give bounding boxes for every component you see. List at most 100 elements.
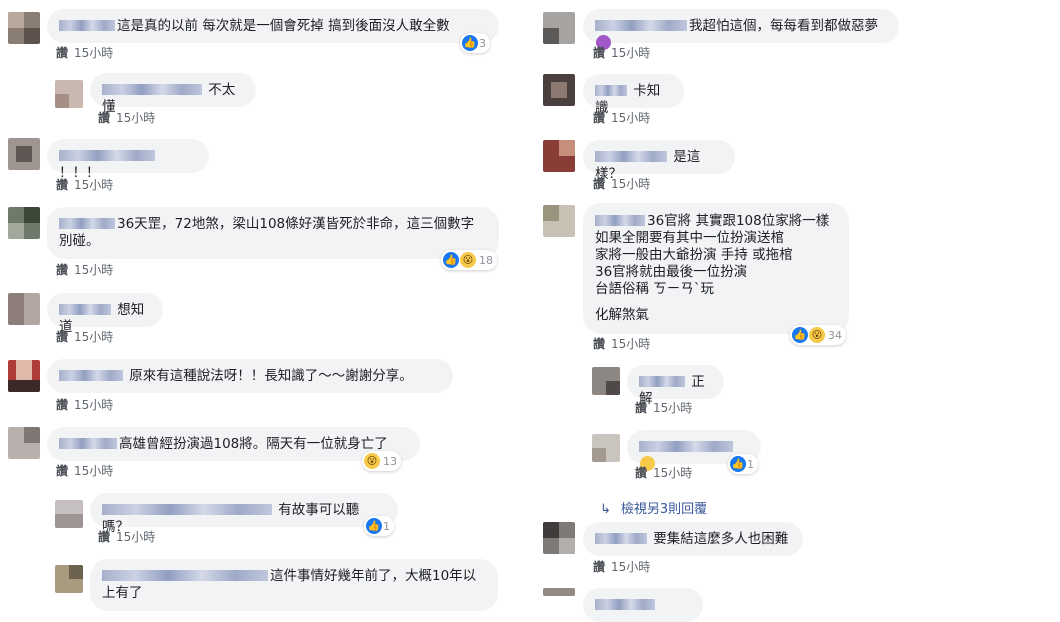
like-link[interactable]: 讚 <box>56 178 68 192</box>
avatar[interactable] <box>55 80 83 108</box>
avatar[interactable] <box>8 360 40 392</box>
avatar[interactable] <box>592 434 620 462</box>
like-link[interactable]: 讚 <box>593 111 605 125</box>
like-link[interactable]: 讚 <box>98 530 110 544</box>
like-link[interactable]: 讚 <box>593 560 605 574</box>
commenter-name[interactable] <box>639 376 685 387</box>
like-link[interactable]: 讚 <box>56 263 68 277</box>
avatar[interactable] <box>543 588 575 596</box>
commenter-name[interactable] <box>595 151 667 162</box>
like-link[interactable]: 讚 <box>56 46 68 60</box>
avatar[interactable] <box>8 138 40 170</box>
timestamp[interactable]: 15小時 <box>611 111 650 125</box>
comment-meta: 讚 15小時 <box>635 464 692 481</box>
avatar[interactable] <box>543 12 575 44</box>
avatar[interactable] <box>8 427 40 459</box>
reaction-count[interactable]: 👍 1 <box>364 516 394 536</box>
commenter-name[interactable] <box>595 20 687 31</box>
avatar[interactable] <box>55 565 83 593</box>
commenter-name[interactable] <box>595 599 655 610</box>
commenter-name[interactable] <box>59 150 155 161</box>
timestamp[interactable]: 15小時 <box>611 46 650 60</box>
avatar[interactable] <box>55 500 83 528</box>
avatar[interactable] <box>543 522 575 554</box>
commenter-name[interactable] <box>59 218 115 229</box>
comment-bubble: 有故事可以聽嗎？ <box>90 493 398 535</box>
wow-reaction-icon: 😮 <box>809 327 825 343</box>
comment-text-line: 台語俗稱 ㄎㄧㄢˋ玩 <box>595 281 715 297</box>
avatar[interactable] <box>543 140 575 172</box>
comment-text-line: 化解煞氣 <box>595 307 649 323</box>
commenter-name[interactable] <box>102 570 268 581</box>
comment-bubble: 36官將 其實跟108位家將一樣 如果全開要有其中一位扮演送棺 家將一般由大爺扮… <box>583 203 849 334</box>
timestamp[interactable]: 15小時 <box>653 466 692 480</box>
like-link[interactable]: 讚 <box>593 46 605 60</box>
reaction-count[interactable]: 👍 1 <box>728 454 758 474</box>
comment-meta: 讚 15小時 <box>56 176 113 193</box>
timestamp[interactable]: 15小時 <box>611 560 650 574</box>
comment-meta: 讚 15小時 <box>593 558 650 575</box>
commenter-name[interactable] <box>639 441 733 452</box>
like-reaction-icon: 👍 <box>792 327 808 343</box>
comment-bubble: 這件事情好幾年前了，大概10年以上有了 <box>90 559 498 611</box>
commenter-name[interactable] <box>595 533 647 544</box>
commenter-name[interactable] <box>595 85 627 96</box>
wow-reaction-icon: 😮 <box>364 453 380 469</box>
timestamp[interactable]: 15小時 <box>74 263 113 277</box>
timestamp[interactable]: 15小時 <box>653 401 692 415</box>
comment-text-line: 家將一般由大爺扮演 手持 或拖棺 <box>595 247 793 263</box>
commenter-name[interactable] <box>59 20 115 31</box>
timestamp[interactable]: 15小時 <box>74 46 113 60</box>
comment-bubble: ！！！ <box>47 139 209 181</box>
commenter-name[interactable] <box>102 504 272 515</box>
avatar[interactable] <box>8 293 40 325</box>
timestamp[interactable]: 15小時 <box>74 330 113 344</box>
avatar[interactable] <box>543 205 575 237</box>
like-link[interactable]: 讚 <box>98 111 110 125</box>
comment-bubble: 卡知識 <box>583 74 684 116</box>
comment-text: 這是真的以前 每次就是一個會死掉 搞到後面沒人敢全數 <box>117 18 450 34</box>
like-link[interactable]: 讚 <box>635 466 647 480</box>
wow-reaction-icon: 😮 <box>460 252 476 268</box>
commenter-name[interactable] <box>102 84 202 95</box>
timestamp[interactable]: 15小時 <box>74 464 113 478</box>
like-link[interactable]: 讚 <box>593 177 605 191</box>
view-more-replies-link[interactable]: ↳ 檢視另3則回覆 <box>600 498 707 517</box>
comment-meta: 讚 15小時 <box>56 261 113 278</box>
comment-text: 高雄曾經扮演過108將。隔天有一位就身亡了 <box>119 436 388 452</box>
comment-text-line: 如果全開要有其中一位扮演送棺 <box>595 230 784 246</box>
comment-meta: 讚 15小時 <box>98 109 155 126</box>
timestamp[interactable]: 15小時 <box>611 177 650 191</box>
timestamp[interactable]: 15小時 <box>116 111 155 125</box>
comment-meta: 讚 15小時 <box>593 44 650 61</box>
reaction-count[interactable]: 👍 3 <box>460 33 490 53</box>
comment-text: 36天罡，72地煞，梁山108條好漢皆死於非命，這三個數字別碰。 <box>59 216 475 249</box>
timestamp[interactable]: 15小時 <box>611 337 650 351</box>
avatar[interactable] <box>8 207 40 239</box>
avatar[interactable] <box>8 12 40 44</box>
timestamp[interactable]: 15小時 <box>74 398 113 412</box>
timestamp[interactable]: 15小時 <box>74 178 113 192</box>
comment-text-line: 36官將 其實跟108位家將一樣 <box>647 213 830 229</box>
like-link[interactable]: 讚 <box>56 330 68 344</box>
timestamp[interactable]: 15小時 <box>116 530 155 544</box>
reaction-count[interactable]: 😮 13 <box>362 451 401 471</box>
avatar[interactable] <box>543 74 575 106</box>
like-link[interactable]: 讚 <box>593 337 605 351</box>
comment-bubble <box>583 588 703 622</box>
comment-text: 要集結這麼多人也困難 <box>653 531 789 547</box>
comment-meta: 讚 15小時 <box>56 328 113 345</box>
reaction-count[interactable]: 👍 😮 34 <box>790 325 846 345</box>
reaction-count[interactable]: 👍 😮 18 <box>441 250 497 270</box>
like-link[interactable]: 讚 <box>56 464 68 478</box>
commenter-name[interactable] <box>59 438 117 449</box>
comment-bubble: 這是真的以前 每次就是一個會死掉 搞到後面沒人敢全數 <box>47 9 499 43</box>
comment-bubble: 想知道 <box>47 293 163 335</box>
commenter-name[interactable] <box>59 370 123 381</box>
like-reaction-icon: 👍 <box>730 456 746 472</box>
avatar[interactable] <box>592 367 620 395</box>
like-link[interactable]: 讚 <box>635 401 647 415</box>
like-link[interactable]: 讚 <box>56 398 68 412</box>
commenter-name[interactable] <box>59 304 111 315</box>
commenter-name[interactable] <box>595 215 645 226</box>
